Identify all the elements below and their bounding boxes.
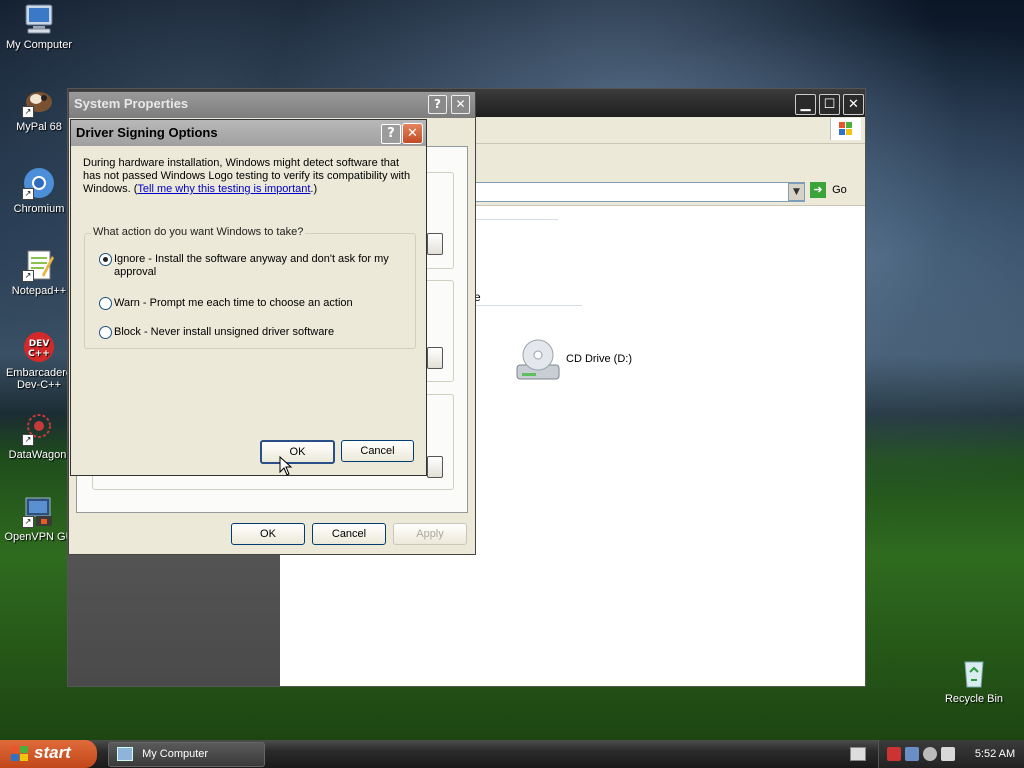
- desktop-icon-recycle-bin[interactable]: Recycle Bin: [935, 656, 1013, 705]
- taskbar-item-label: My Computer: [142, 748, 209, 760]
- radio-label: Ignore - Install the software anyway and…: [114, 253, 389, 278]
- group-divider: [472, 305, 582, 306]
- group-divider: [468, 219, 558, 220]
- cancel-button[interactable]: Cancel: [341, 440, 414, 462]
- groupbox-button[interactable]: [427, 347, 443, 369]
- svg-text:C++: C++: [28, 349, 50, 359]
- ok-button[interactable]: OK: [231, 523, 305, 545]
- computer-icon: [22, 2, 56, 36]
- radio-button-checked[interactable]: [99, 253, 112, 266]
- network-icon[interactable]: [887, 747, 901, 761]
- shortcut-arrow-icon: ↗: [22, 106, 34, 118]
- chevron-down-icon[interactable]: ▼: [788, 183, 805, 201]
- maximize-icon[interactable]: ☐: [819, 94, 840, 115]
- shortcut-arrow-icon: ↗: [22, 270, 34, 282]
- desktop-icon-label: My Computer: [5, 39, 73, 51]
- cd-drive-icon: [516, 339, 560, 380]
- close-icon[interactable]: ✕: [451, 95, 470, 114]
- group-label: What action do you want Windows to take?: [91, 226, 306, 238]
- taskbar-item-my-computer[interactable]: My Computer: [108, 742, 265, 767]
- taskbar: start My Computer 5:52 AM: [0, 740, 1024, 768]
- computer-icon: [117, 747, 133, 762]
- groupbox-button[interactable]: [427, 233, 443, 255]
- help-icon[interactable]: ?: [428, 95, 447, 114]
- windows-flag-icon: [11, 746, 28, 761]
- address-input[interactable]: [468, 182, 805, 202]
- close-icon[interactable]: ✕: [843, 94, 864, 115]
- driver-signing-dialog: Driver Signing Options ? ✕ During hardwa…: [70, 119, 427, 476]
- mypal-icon: ↗: [22, 84, 56, 118]
- shortcut-arrow-icon: ↗: [22, 434, 34, 446]
- mouse-cursor-icon: [279, 456, 293, 476]
- radio-button[interactable]: [99, 297, 112, 310]
- help-icon[interactable]: ?: [381, 124, 401, 144]
- groupbox-button[interactable]: [427, 456, 443, 478]
- description-end: .): [310, 183, 318, 195]
- desktop-icon-my-computer[interactable]: My Computer: [0, 2, 78, 51]
- driver-signing-titlebar[interactable]: Driver Signing Options ? ✕: [71, 120, 426, 146]
- system-properties-titlebar[interactable]: System Properties ? ✕: [69, 92, 475, 118]
- minimize-icon[interactable]: ▁: [795, 94, 816, 115]
- go-button[interactable]: ➜ Go: [810, 182, 860, 202]
- network-disconnected-icon[interactable]: [905, 747, 919, 761]
- cd-drive-label: CD Drive (D:): [566, 353, 632, 365]
- devcpp-icon: DEV C++: [22, 330, 56, 364]
- radio-label: Warn - Prompt me each time to choose an …: [114, 297, 353, 309]
- radio-label: Block - Never install unsigned driver so…: [114, 326, 335, 338]
- cd-drive-item[interactable]: CD Drive (D:): [514, 335, 674, 385]
- system-tray: 5:52 AM: [878, 740, 1024, 768]
- start-button[interactable]: start: [0, 740, 97, 768]
- windows-logo-icon: [830, 118, 861, 140]
- safely-remove-icon[interactable]: [923, 747, 937, 761]
- shortcut-arrow-icon: ↗: [22, 516, 34, 528]
- go-label: Go: [832, 184, 847, 196]
- clock[interactable]: 5:52 AM: [969, 740, 1021, 768]
- datawagon-icon: ↗: [22, 412, 56, 446]
- start-label: start: [34, 743, 71, 762]
- apply-button[interactable]: Apply: [393, 523, 467, 545]
- chromium-icon: ↗: [22, 166, 56, 200]
- dialog-description: During hardware installation, Windows mi…: [83, 157, 413, 196]
- openvpn-icon: ↗: [22, 494, 56, 528]
- ok-button[interactable]: OK: [260, 440, 335, 464]
- svg-text:DEV: DEV: [29, 339, 50, 349]
- dialog-title: Driver Signing Options: [76, 125, 218, 140]
- cancel-button[interactable]: Cancel: [312, 523, 386, 545]
- keyboard-icon[interactable]: [850, 747, 866, 761]
- shortcut-arrow-icon: ↗: [22, 188, 34, 200]
- window-title: System Properties: [74, 96, 189, 111]
- volume-icon[interactable]: [941, 747, 955, 761]
- recycle-bin-icon: [957, 656, 991, 690]
- desktop-icon-label: Recycle Bin: [944, 693, 1004, 705]
- go-arrow-icon: ➜: [810, 182, 826, 198]
- help-link[interactable]: Tell me why this testing is important: [137, 183, 310, 195]
- close-icon[interactable]: ✕: [402, 123, 423, 144]
- radio-button[interactable]: [99, 326, 112, 339]
- notepadpp-icon: ↗: [22, 248, 56, 282]
